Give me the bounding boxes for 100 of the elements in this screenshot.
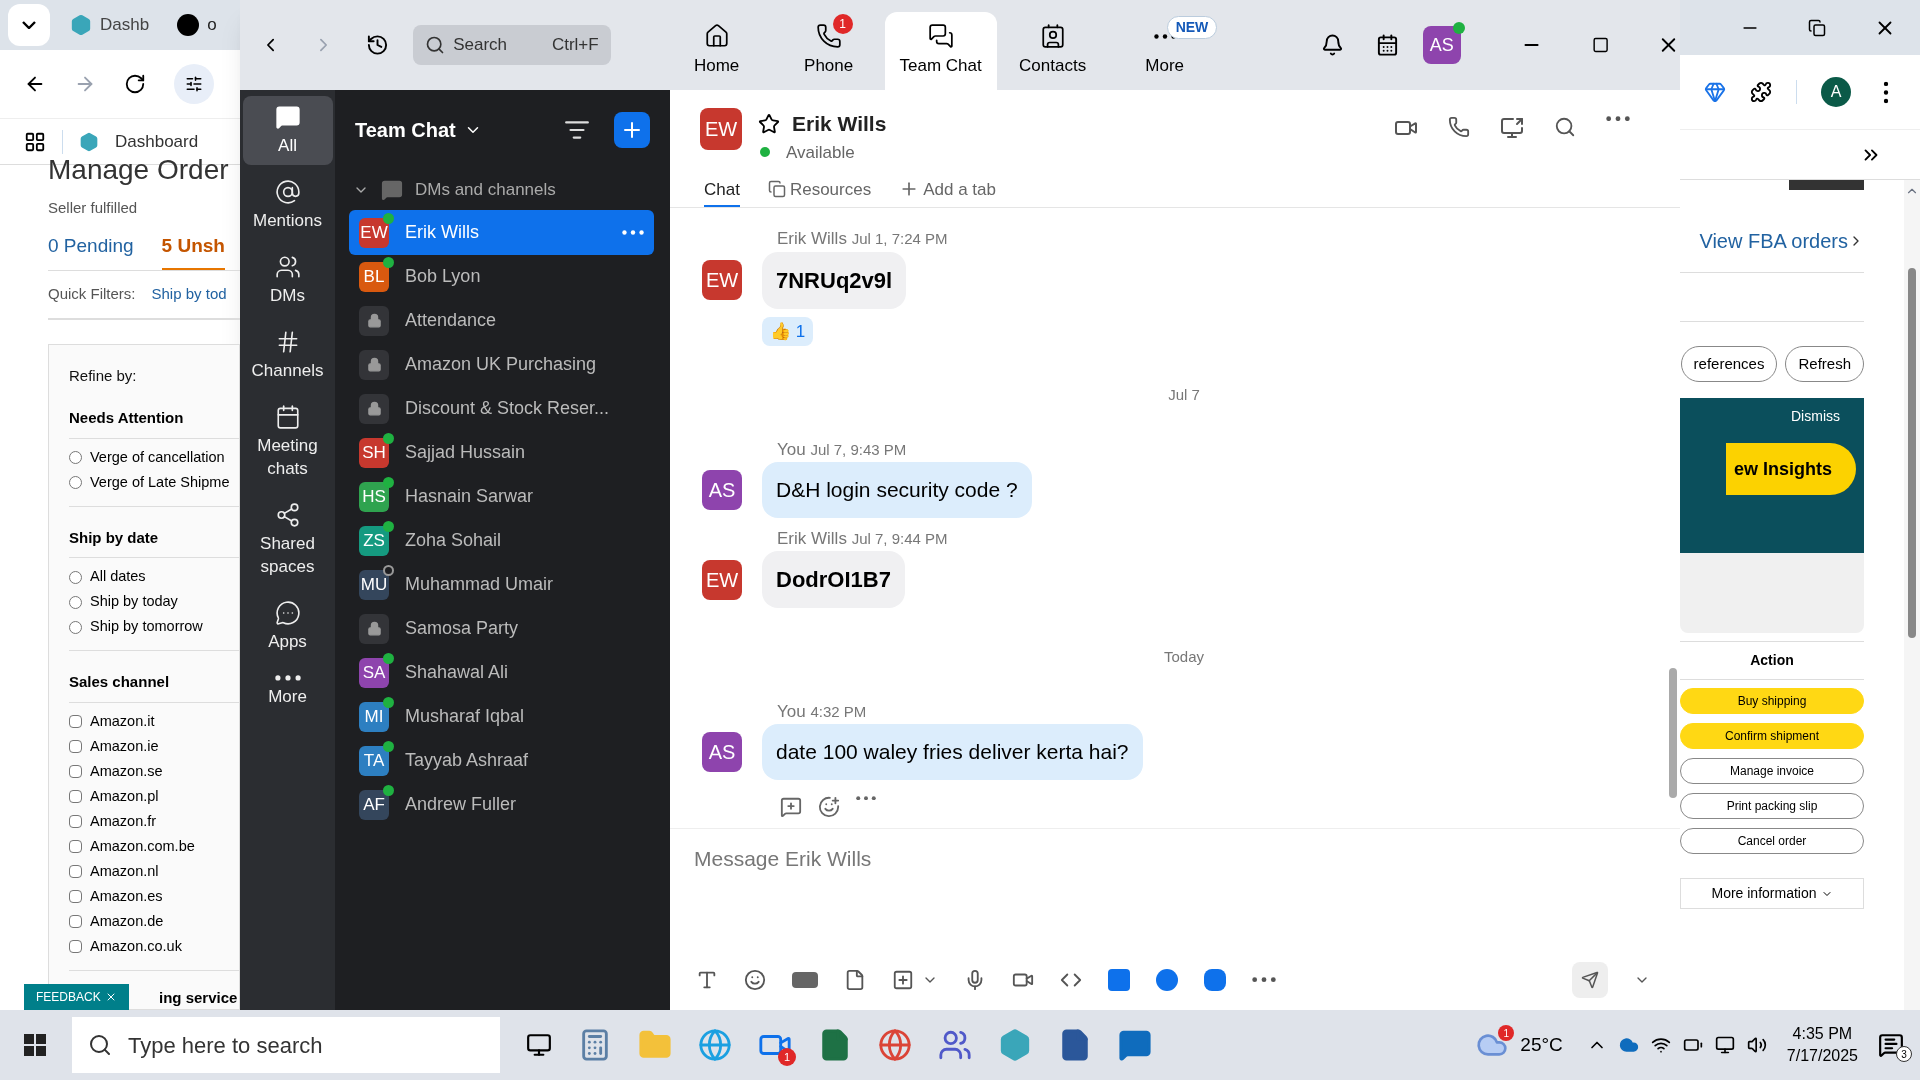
checkbox[interactable]	[69, 915, 82, 928]
windows-logo-icon[interactable]	[24, 1034, 46, 1056]
feedback-tab[interactable]: FEEDBACK	[24, 984, 129, 1010]
volume-icon[interactable]	[1746, 1035, 1767, 1055]
chat-list-item[interactable]: MI Musharaf Iqbal	[349, 694, 654, 739]
star-icon[interactable]	[758, 112, 780, 135]
rail-item[interactable]: Apps	[242, 592, 333, 661]
restore-icon[interactable]	[1808, 18, 1826, 37]
order-tab[interactable]: 0 Pending	[48, 231, 134, 270]
taskbar-search-field[interactable]: Type here to search	[72, 1017, 500, 1073]
chat-tab[interactable]: Chat	[704, 176, 740, 207]
add-reaction-icon[interactable]	[818, 795, 840, 818]
more-icon[interactable]	[622, 230, 644, 235]
calendar-icon[interactable]	[1375, 33, 1399, 57]
checkbox[interactable]	[69, 740, 82, 753]
text-format-icon[interactable]	[696, 969, 718, 991]
more-information-button[interactable]: More information	[1680, 878, 1864, 909]
chat-list-item[interactable]: Samosa Party	[349, 606, 654, 651]
search-icon[interactable]	[1554, 116, 1576, 138]
radio-button[interactable]	[69, 451, 82, 464]
section-header[interactable]: DMs and channels	[415, 177, 556, 203]
order-tab[interactable]: 5 Unsh	[161, 231, 225, 270]
user-avatar[interactable]: AS	[1422, 26, 1461, 64]
search-field[interactable]: Search Ctrl+F	[413, 25, 611, 65]
checkbox[interactable]	[69, 940, 82, 953]
rail-item[interactable]: Channels	[242, 321, 333, 390]
dismiss-link[interactable]: Dismiss	[1791, 406, 1840, 427]
checkbox[interactable]	[69, 790, 82, 803]
phone-icon[interactable]	[1448, 116, 1470, 138]
globe-icon[interactable]	[878, 1028, 912, 1062]
more-icon[interactable]	[1252, 977, 1276, 983]
rail-item[interactable]: DMs	[242, 246, 333, 315]
action-button[interactable]: Print packing slip	[1680, 793, 1864, 819]
checkbox[interactable]	[69, 865, 82, 878]
insights-button[interactable]: ew Insights	[1726, 443, 1856, 495]
radio-button[interactable]	[69, 476, 82, 489]
chat-tab[interactable]: Resources	[767, 176, 872, 207]
nav-tab[interactable]: Contacts	[996, 12, 1109, 90]
radio-button[interactable]	[69, 595, 82, 609]
action-button[interactable]: Buy shipping	[1680, 688, 1864, 714]
screen-share-icon[interactable]	[1500, 116, 1524, 140]
browser-tab[interactable]: Dashb	[62, 5, 158, 46]
chat-list-item[interactable]: TA Tayyab Ashraaf	[349, 738, 654, 783]
rail-item[interactable]: Meeting chats	[242, 396, 333, 488]
chat-tab[interactable]: Add a tab	[899, 176, 996, 207]
history-icon[interactable]	[366, 33, 390, 57]
reaction-pill[interactable]: 👍 1	[762, 316, 814, 346]
scrollbar-thumb[interactable]	[1908, 268, 1916, 638]
rail-item[interactable]: Mentions	[242, 171, 333, 240]
chat-list-item[interactable]: AF Andrew Fuller	[349, 782, 654, 827]
browser-tab[interactable]: o	[169, 5, 225, 46]
chat-list-item[interactable]: Discount & Stock Reser...	[349, 386, 654, 431]
bell-icon[interactable]	[1320, 33, 1344, 57]
checkbox[interactable]	[69, 840, 82, 853]
chat-list-item[interactable]: EW Erik Wills	[349, 210, 654, 255]
screenshot-icon[interactable]	[892, 969, 914, 991]
scrollbar-thumb[interactable]	[1669, 668, 1677, 798]
rail-item[interactable]: Shared spaces	[242, 494, 333, 586]
checkbox[interactable]	[69, 715, 82, 728]
cloud-icon[interactable]	[1618, 1035, 1639, 1055]
profile-avatar[interactable]: A	[1821, 77, 1851, 107]
quick-filter-link[interactable]: Ship by tod	[151, 283, 227, 306]
maximize-icon[interactable]	[1591, 36, 1609, 54]
message-input[interactable]: Message Erik Wills	[694, 843, 1656, 875]
task-view-icon[interactable]	[526, 1032, 552, 1058]
site-settings-icon[interactable]	[174, 64, 214, 105]
more-icon[interactable]	[856, 795, 876, 800]
chat-list-item[interactable]: HS Hasnain Sarwar	[349, 474, 654, 519]
action-button[interactable]: Manage invoice	[1680, 758, 1864, 784]
nav-tab[interactable]: Team Chat	[884, 12, 997, 90]
display-icon[interactable]	[1714, 1035, 1735, 1055]
chat-list-item[interactable]: SH Sajjad Hussain	[349, 430, 654, 475]
chat-list-item[interactable]: SA Shahawal Ali	[349, 650, 654, 695]
tab-list-button[interactable]	[8, 4, 50, 47]
puzzle-icon[interactable]	[1750, 81, 1772, 103]
chat-list-item[interactable]: ZS Zoha Sohail	[349, 518, 654, 563]
reload-icon[interactable]	[124, 73, 146, 96]
checkbox[interactable]	[69, 890, 82, 903]
network-icon[interactable]	[1650, 1035, 1671, 1055]
chat-list-item[interactable]: BL Bob Lyon	[349, 254, 654, 299]
nav-tab[interactable]: Home	[660, 12, 773, 90]
people-app-icon[interactable]	[938, 1028, 972, 1062]
action-button[interactable]: Cancel order	[1680, 828, 1864, 854]
reply-icon[interactable]	[780, 795, 802, 818]
chat-list-item[interactable]: Amazon UK Purchasing	[349, 342, 654, 387]
list-title[interactable]: Team Chat	[355, 115, 482, 145]
bookmark-link[interactable]: Dashboard	[115, 128, 199, 155]
more-icon[interactable]	[1606, 116, 1630, 122]
emoji-icon[interactable]	[744, 969, 766, 991]
radio-button[interactable]	[69, 620, 82, 634]
extension-icon[interactable]	[1704, 81, 1726, 103]
chat-list-item[interactable]: MU Muhammad Umair	[349, 562, 654, 607]
rail-item[interactable]: All	[242, 96, 333, 165]
checkbox[interactable]	[69, 765, 82, 778]
file-icon[interactable]	[844, 969, 866, 991]
rail-item[interactable]: More	[242, 667, 333, 716]
chat-list-item[interactable]: Attendance	[349, 298, 654, 343]
checkbox[interactable]	[69, 815, 82, 828]
radio-button[interactable]	[69, 570, 82, 584]
new-chat-button[interactable]	[614, 112, 650, 148]
